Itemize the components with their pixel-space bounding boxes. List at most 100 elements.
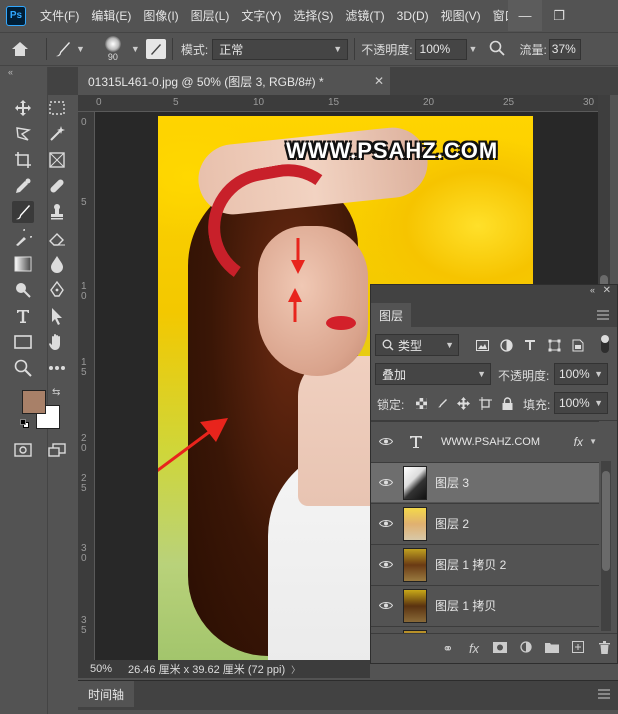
close-icon[interactable]: ✕ (374, 74, 384, 88)
chevron-down-icon[interactable]: ▼ (589, 437, 597, 446)
marquee-tool-icon[interactable] (46, 97, 68, 119)
more-tools-icon[interactable] (46, 357, 68, 379)
close-panel-icon[interactable]: ✕ (603, 285, 611, 296)
tools-panel: « ⇆ (0, 67, 66, 714)
swap-colors-icon[interactable]: ⇆ (52, 387, 60, 398)
screen-mode-icon[interactable] (46, 439, 68, 461)
collapse-panel-icon[interactable]: « (590, 285, 595, 295)
filter-type-icon[interactable] (523, 338, 537, 352)
layer-row-selected[interactable]: 图层 3 (371, 462, 599, 502)
layer-row[interactable]: 图层 1 拷贝 2 (371, 544, 599, 584)
layer-opacity-input[interactable]: 100% ▼ (554, 363, 608, 385)
ruler-tick-label: 0 (81, 117, 87, 128)
menu-view[interactable]: 视图(V) (435, 7, 487, 24)
brush-preset-button[interactable]: ▼ (53, 39, 85, 59)
lock-position-icon[interactable] (456, 396, 470, 410)
collapse-toolbar-icon[interactable]: « (8, 67, 13, 77)
brush-size-picker[interactable]: 90 (95, 36, 131, 62)
layers-panel-titlebar[interactable]: « ✕ (371, 285, 617, 299)
new-group-icon[interactable] (539, 641, 565, 656)
filter-toggle-switch[interactable] (601, 335, 609, 353)
default-colors-icon[interactable] (20, 419, 30, 429)
pen-tool-icon[interactable] (46, 279, 68, 301)
dodge-tool-icon[interactable] (12, 279, 34, 301)
clone-stamp-tool-icon[interactable] (46, 201, 68, 223)
layers-scrollbar[interactable] (601, 461, 611, 631)
new-layer-icon[interactable] (565, 641, 591, 656)
quick-mask-icon[interactable] (12, 439, 34, 461)
eyedropper-tool-icon[interactable] (12, 175, 34, 197)
document-tab[interactable]: 01315L461-0.jpg @ 50% (图层 3, RGB/8#) * ✕ (78, 67, 390, 95)
scroll-thumb[interactable] (602, 471, 610, 571)
rectangle-tool-icon[interactable] (12, 331, 34, 353)
visibility-eye-icon[interactable] (371, 437, 401, 446)
hand-tool-icon[interactable] (46, 331, 68, 353)
history-brush-tool-icon[interactable] (12, 227, 34, 249)
brush-tool-icon[interactable] (12, 201, 34, 223)
layer-filter-dropdown[interactable]: 类型 ▼ (375, 334, 459, 356)
lock-image-pixels-icon[interactable] (435, 396, 449, 410)
layer-effects-icon[interactable]: fx (574, 435, 583, 449)
menu-file[interactable]: 文件(F) (34, 7, 85, 24)
filter-adjustment-icon[interactable] (499, 338, 513, 352)
menu-3d[interactable]: 3D(D) (391, 9, 435, 23)
canvas-watermark-text: WWW.PSAHZ.COM (286, 138, 499, 163)
menu-layer[interactable]: 图层(L) (185, 7, 236, 24)
path-selection-tool-icon[interactable] (46, 305, 68, 327)
mode-dropdown[interactable]: 正常 ▼ (212, 38, 349, 60)
fill-input[interactable]: 100% ▼ (554, 392, 608, 414)
tab-timeline[interactable]: 时间轴 (78, 681, 135, 707)
visibility-eye-icon[interactable] (371, 519, 401, 528)
chevron-down-icon[interactable]: ▼ (469, 44, 478, 54)
filter-shape-icon[interactable] (547, 338, 561, 352)
pressure-opacity-button[interactable] (489, 40, 506, 59)
menu-image[interactable]: 图像(I) (137, 7, 184, 24)
move-tool-icon[interactable] (12, 97, 34, 119)
delete-layer-icon[interactable] (591, 640, 617, 657)
layer-style-icon[interactable]: fx (461, 641, 487, 656)
foreground-color-swatch[interactable] (22, 390, 46, 414)
layer-row-text[interactable]: WWW.PSAHZ.COM fx ▼ (371, 421, 599, 461)
add-mask-icon[interactable] (487, 641, 513, 656)
visibility-eye-icon[interactable] (371, 478, 401, 487)
type-tool-icon[interactable] (12, 305, 34, 327)
lock-artboard-icon[interactable] (478, 396, 492, 410)
lock-all-icon[interactable] (500, 396, 514, 410)
opacity-input[interactable]: 100% (414, 38, 467, 60)
brush-settings-button[interactable] (145, 39, 166, 59)
panel-menu-icon[interactable] (597, 309, 609, 323)
filter-smart-object-icon[interactable] (571, 338, 585, 352)
gradient-tool-icon[interactable] (12, 253, 34, 275)
lock-transparent-pixels-icon[interactable] (414, 396, 428, 410)
minimize-icon: — (518, 8, 532, 23)
magic-wand-tool-icon[interactable] (46, 123, 68, 145)
healing-brush-tool-icon[interactable] (46, 175, 68, 197)
blur-tool-icon[interactable] (46, 253, 68, 275)
blend-mode-dropdown[interactable]: 叠加 ▼ (375, 363, 491, 385)
visibility-eye-icon[interactable] (371, 601, 401, 610)
adjustment-layer-icon[interactable] (513, 641, 539, 656)
zoom-level[interactable]: 50% (78, 663, 118, 675)
visibility-eye-icon[interactable] (371, 560, 401, 569)
layer-row[interactable]: 图层 1 拷贝 (371, 585, 599, 625)
layer-row[interactable]: 图层 2 (371, 503, 599, 543)
menu-edit[interactable]: 编辑(E) (85, 7, 137, 24)
restore-button[interactable]: ❐ (542, 0, 576, 31)
eraser-tool-icon[interactable] (46, 227, 68, 249)
link-layers-icon[interactable]: ⚭ (435, 641, 461, 657)
frame-tool-icon[interactable] (46, 149, 68, 171)
panel-menu-icon[interactable] (598, 688, 610, 702)
chevron-down-icon[interactable]: ▼ (131, 44, 140, 54)
zoom-tool-icon[interactable] (12, 357, 34, 379)
tab-layers[interactable]: 图层 (371, 303, 412, 327)
home-button[interactable] (0, 41, 40, 57)
menu-select[interactable]: 选择(S) (287, 7, 339, 24)
status-more-icon[interactable]: 〉 (291, 663, 300, 676)
crop-tool-icon[interactable] (12, 149, 34, 171)
filter-pixel-icon[interactable] (475, 338, 489, 352)
lasso-tool-icon[interactable] (12, 123, 34, 145)
minimize-button[interactable]: — (508, 0, 542, 31)
menu-type[interactable]: 文字(Y) (235, 7, 287, 24)
flow-input[interactable]: 37% (548, 38, 581, 60)
menu-filter[interactable]: 滤镜(T) (339, 7, 390, 24)
